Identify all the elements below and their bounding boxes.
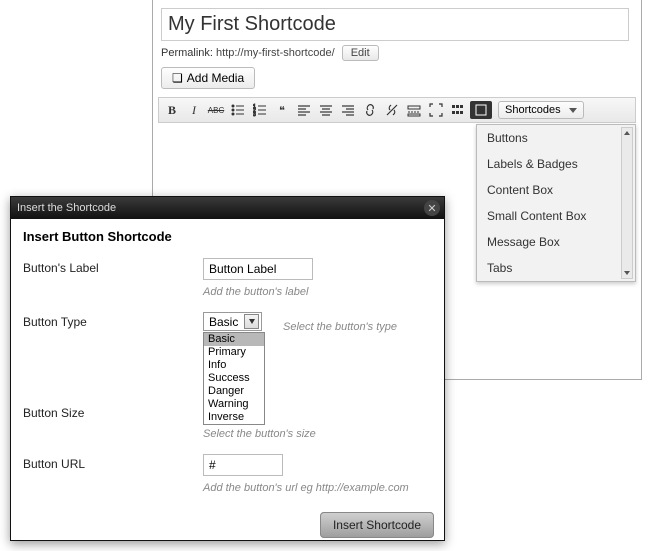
- type-option[interactable]: Primary: [204, 346, 264, 359]
- label-button-url: Button URL: [23, 454, 203, 471]
- scroll-up-icon[interactable]: [622, 128, 632, 138]
- permalink-slug[interactable]: my-first-shortcode/: [244, 47, 335, 59]
- unlink-button[interactable]: [382, 101, 402, 119]
- modal-body: Insert Button Shortcode Button's Label A…: [11, 219, 444, 540]
- edit-permalink-button[interactable]: Edit: [342, 45, 379, 61]
- shortcodes-dropdown-button[interactable]: Shortcodes: [498, 101, 584, 119]
- field-button-url: Button URL: [23, 454, 432, 476]
- hint-button-url: Add the button's url eg http://example.c…: [203, 482, 432, 494]
- more-button[interactable]: [404, 101, 424, 119]
- shortcode-modal: Insert the Shortcode ✕ Insert Button Sho…: [10, 196, 445, 541]
- label-button-size: Button Size: [23, 403, 203, 420]
- media-icon: ❏: [172, 71, 183, 85]
- post-title-input[interactable]: [161, 8, 629, 41]
- type-option[interactable]: Danger: [204, 385, 264, 398]
- close-icon: ✕: [427, 202, 436, 215]
- shortcodes-menu: Buttons Labels & Badges Content Box Smal…: [476, 124, 636, 282]
- bold-button[interactable]: B: [162, 101, 182, 119]
- close-button[interactable]: ✕: [424, 200, 440, 216]
- button-label-input[interactable]: [203, 258, 313, 280]
- modal-footer: Insert Shortcode: [320, 518, 434, 532]
- shortcodes-menu-item[interactable]: Buttons: [477, 125, 635, 151]
- shortcodes-menu-item[interactable]: Small Content Box: [477, 203, 635, 229]
- add-media-button[interactable]: ❏ Add Media: [161, 67, 255, 89]
- shortcodes-menu-item[interactable]: Labels & Badges: [477, 151, 635, 177]
- align-right-button[interactable]: [338, 101, 358, 119]
- bullet-list-button[interactable]: [228, 101, 248, 119]
- permalink-row: Permalink: http://my-first-shortcode/ Ed…: [161, 45, 633, 61]
- modal-title: Insert the Shortcode: [17, 202, 116, 214]
- strikethrough-button[interactable]: ABC: [206, 101, 226, 119]
- hint-button-size: Select the button's size: [203, 428, 432, 440]
- chevron-down-icon: [569, 108, 577, 113]
- type-option[interactable]: Warning: [204, 398, 264, 411]
- align-center-button[interactable]: [316, 101, 336, 119]
- modal-titlebar: Insert the Shortcode ✕: [11, 197, 444, 219]
- link-button[interactable]: [360, 101, 380, 119]
- permalink-label: Permalink:: [161, 47, 213, 59]
- italic-button[interactable]: I: [184, 101, 204, 119]
- hint-button-label: Add the button's label: [203, 286, 432, 298]
- fullscreen-button[interactable]: [426, 101, 446, 119]
- modal-heading: Insert Button Shortcode: [23, 229, 432, 244]
- type-option[interactable]: Success: [204, 372, 264, 385]
- button-type-select[interactable]: Basic: [203, 312, 262, 331]
- label-button-type: Button Type: [23, 312, 203, 329]
- shortcodes-dropdown-label: Shortcodes: [505, 104, 561, 116]
- type-option[interactable]: Inverse: [204, 411, 264, 424]
- field-button-type: Button Type Basic Basic Primary Info Suc…: [23, 312, 432, 331]
- type-option[interactable]: Basic: [204, 333, 264, 346]
- menu-scrollbar[interactable]: [621, 127, 633, 279]
- button-type-value: Basic: [209, 315, 238, 329]
- align-left-button[interactable]: [294, 101, 314, 119]
- chevron-down-icon: [244, 314, 259, 329]
- add-media-label: Add Media: [187, 71, 244, 85]
- permalink-prefix: http://: [216, 47, 244, 59]
- button-url-input[interactable]: [203, 454, 283, 476]
- field-button-label: Button's Label: [23, 258, 432, 280]
- shortcodes-menu-item[interactable]: Message Box: [477, 229, 635, 255]
- svg-text:3: 3: [253, 112, 256, 117]
- label-button-label: Button's Label: [23, 258, 203, 275]
- blockquote-button[interactable]: ❝: [272, 101, 292, 119]
- type-option[interactable]: Info: [204, 359, 264, 372]
- shortcodes-menu-item[interactable]: Content Box: [477, 177, 635, 203]
- numbered-list-button[interactable]: 123: [250, 101, 270, 119]
- insert-shortcode-button[interactable]: Insert Shortcode: [320, 512, 434, 538]
- scroll-down-icon[interactable]: [622, 268, 632, 278]
- button-type-options: Basic Primary Info Success Danger Warnin…: [203, 332, 265, 425]
- editor-toolbar: B I ABC 123 ❝: [158, 97, 636, 123]
- shortcodes-menu-item[interactable]: Tabs: [477, 255, 635, 281]
- kitchen-sink-button[interactable]: [448, 101, 468, 119]
- plugin-button[interactable]: [470, 101, 492, 119]
